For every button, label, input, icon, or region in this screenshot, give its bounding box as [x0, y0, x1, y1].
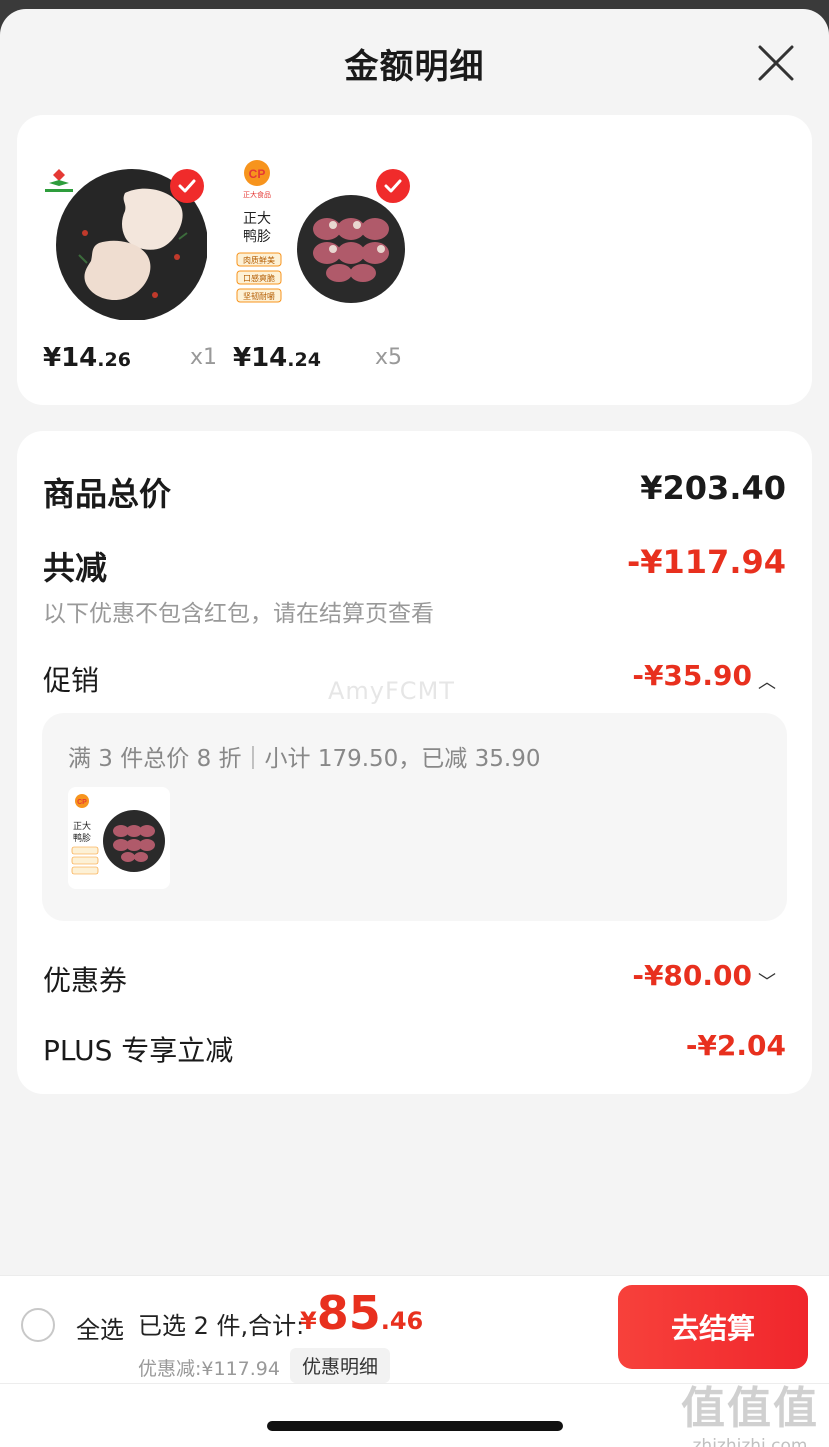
svg-text:CP: CP — [77, 799, 87, 806]
coupon-value: -¥80.00 — [632, 959, 752, 992]
svg-text:鸭胗: 鸭胗 — [73, 832, 91, 844]
product-price: ¥14.26 — [43, 343, 131, 373]
close-icon[interactable] — [754, 41, 798, 85]
checkout-bar: 全选 已选 2 件,合计: ¥85.46 优惠减:¥117.94 优惠明细 去结… — [0, 1275, 829, 1447]
order-total: ¥85.46 — [300, 1286, 423, 1340]
discount-detail-button[interactable]: 优惠明细 — [290, 1348, 391, 1383]
svg-text:口感爽脆: 口感爽脆 — [243, 273, 275, 283]
reduce-value: -¥117.94 — [626, 543, 786, 581]
promo-toggle[interactable]: -¥35.90 ︿ — [632, 659, 776, 694]
page-title: 金额明细 — [344, 47, 485, 87]
price-decimal: .24 — [287, 349, 321, 371]
total-label: 商品总价 — [43, 475, 172, 513]
total-integer: 85 — [316, 1286, 381, 1340]
site-watermark: 值值值 zhizhizhi.com — [680, 1372, 820, 1447]
svg-text:CP: CP — [249, 167, 266, 181]
coupon-toggle[interactable]: -¥80.00 ﹀ — [632, 959, 776, 994]
selected-check-icon[interactable] — [170, 169, 204, 203]
total-value: ¥203.40 — [640, 469, 786, 507]
select-all-radio[interactable] — [21, 1308, 55, 1342]
green-brand-logo — [45, 169, 73, 192]
plus-label: PLUS 专享立减 — [43, 1034, 234, 1067]
promo-value: -¥35.90 — [632, 659, 752, 692]
watermark-text: AmyFCMT — [328, 677, 455, 705]
site-watermark-glyphs: 值值值 — [681, 1383, 819, 1434]
amount-detail-sheet: 金额明细 ¥14.26 x1 CP 正大食品 正大 鸭胗 肉质鲜美 口感爽脆 坚… — [0, 9, 829, 1447]
coupon-label: 优惠券 — [43, 964, 128, 997]
total-currency: ¥ — [300, 1307, 317, 1335]
svg-text:正大: 正大 — [243, 211, 271, 227]
site-watermark-url: zhizhizhi.com — [692, 1436, 808, 1447]
price-summary-card: 商品总价 ¥203.40 共减 -¥117.94 以下优惠不包含红包，请在结算页… — [17, 431, 812, 1094]
promo-detail-text: 满 3 件总价 8 折｜小计 179.50，已减 35.90 — [68, 746, 541, 772]
reduce-label: 共减 — [43, 549, 108, 587]
promo-product-thumb[interactable]: CP 正大 鸭胗 — [68, 787, 170, 889]
home-indicator[interactable] — [267, 1421, 563, 1431]
svg-text:鸭胗: 鸭胗 — [243, 229, 271, 245]
chevron-up-icon: ︿ — [758, 671, 776, 693]
price-integer: ¥14 — [233, 343, 288, 373]
saved-amount: 优惠减:¥117.94 — [138, 1358, 280, 1380]
chevron-down-icon: ﹀ — [758, 971, 776, 993]
select-all-label[interactable]: 全选 — [76, 1310, 124, 1345]
svg-text:正大食品: 正大食品 — [243, 190, 271, 199]
selected-info: 已选 2 件,合计: — [138, 1312, 305, 1340]
plus-value: -¥2.04 — [685, 1029, 786, 1062]
price-decimal: .26 — [97, 349, 131, 371]
product-price: ¥14.24 — [233, 343, 321, 373]
promo-label: 促销 — [43, 664, 100, 697]
price-integer: ¥14 — [43, 343, 98, 373]
product-item[interactable]: ¥14.26 x1 — [17, 115, 217, 405]
svg-text:坚韧耐嚼: 坚韧耐嚼 — [243, 291, 275, 301]
svg-text:正大: 正大 — [73, 820, 91, 832]
checkout-button[interactable]: 去结算 — [618, 1285, 808, 1369]
products-card: ¥14.26 x1 CP 正大食品 正大 鸭胗 肉质鲜美 口感爽脆 坚韧耐嚼 ¥… — [17, 115, 812, 405]
total-decimal: .46 — [380, 1307, 424, 1335]
product-quantity: x5 — [375, 345, 403, 370]
selected-check-icon[interactable] — [376, 169, 410, 203]
sheet-header: 金额明细 — [0, 9, 829, 113]
svg-text:肉质鲜美: 肉质鲜美 — [243, 255, 275, 265]
promo-detail-box: 满 3 件总价 8 折｜小计 179.50，已减 35.90 CP 正大 鸭胗 — [42, 713, 787, 921]
product-item[interactable]: CP 正大食品 正大 鸭胗 肉质鲜美 口感爽脆 坚韧耐嚼 ¥14.24 x5 — [205, 115, 410, 405]
reduce-note: 以下优惠不包含红包，请在结算页查看 — [43, 601, 434, 627]
